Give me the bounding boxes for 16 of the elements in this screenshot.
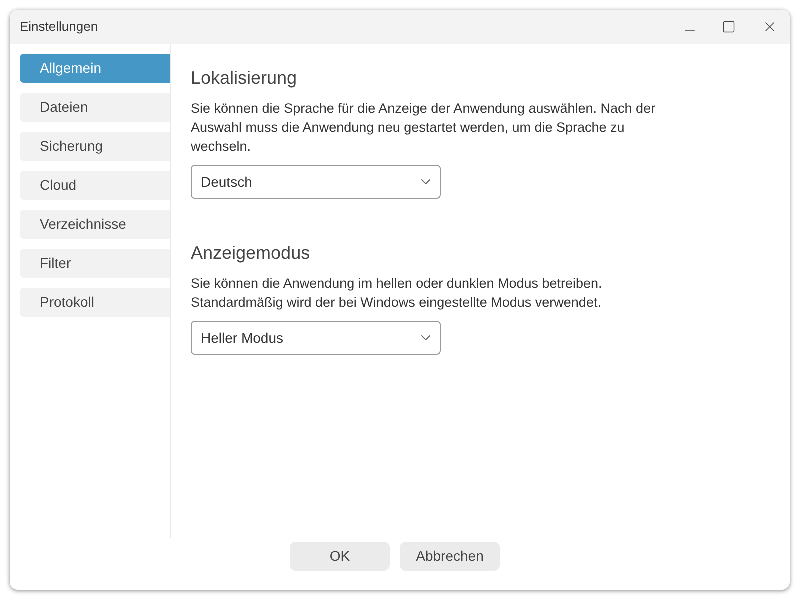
sidebar-item[interactable]: Cloud <box>20 171 170 200</box>
maximize-icon[interactable] <box>722 20 736 34</box>
sidebar-item[interactable]: Verzeichnisse <box>20 210 170 239</box>
sidebar-item[interactable]: Dateien <box>20 93 170 122</box>
section-description: Sie können die Anwendung im hellen oder dunklen Modus betreiben. Standardmäßig wird der bei Windows eingestellte Modus verwendet. <box>191 275 604 312</box>
dropdown-select[interactable]: Heller Modus <box>191 321 441 355</box>
section-heading: Anzeigemodus <box>191 242 312 265</box>
section-heading: Lokalisierung <box>191 67 298 90</box>
dialog-button[interactable]: OK <box>290 542 390 571</box>
window-title: Einstellungen <box>20 18 100 36</box>
section-description: Sie können die Sprache für die Anzeige der Anwendung auswählen. Nach der Auswahl muss die Anwendung neu gestartet werden, um die Sprache zu wechseln. <box>191 100 657 156</box>
sidebar-item[interactable]: Filter <box>20 249 170 278</box>
sidebar-item[interactable]: Sicherung <box>20 132 170 161</box>
dialog-button[interactable]: Abbrechen <box>400 542 500 571</box>
sidebar-item[interactable]: Protokoll <box>20 288 170 317</box>
dropdown-select[interactable]: Deutsch <box>191 165 441 199</box>
